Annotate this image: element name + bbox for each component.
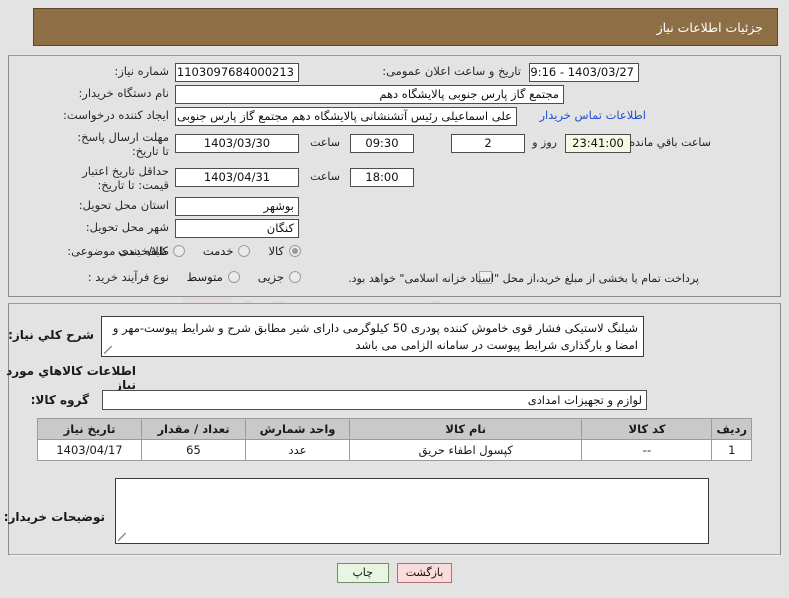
buyer-org-value: مجتمع گاز پارس جنوبی پالایشگاه دهم: [175, 85, 564, 104]
process-option-jozii[interactable]: جزیی: [258, 270, 301, 284]
deadline-date-value: 1403/03/30: [175, 134, 299, 153]
category-option-kala-khedmat[interactable]: کالا/خدمت: [118, 244, 185, 258]
announce-label: تاریخ و ساعت اعلان عمومی:: [382, 64, 521, 78]
validity-date-value: 1403/04/31: [175, 168, 299, 187]
buyer-org-label: نام دستگاه خریدار:: [78, 86, 169, 100]
footer-divider: [10, 554, 780, 556]
buyer-notes-label: توضیحات خریدار:: [3, 510, 105, 524]
treasury-note-label: پرداخت تمام یا بخشی از مبلغ خرید،از محل …: [348, 272, 699, 285]
description-label: شرح کلي نیاز:: [8, 328, 94, 342]
announce-value: 1403/03/27 - 09:16: [529, 63, 639, 82]
cell-code: --: [581, 439, 713, 461]
col-need-date: تاریخ نیاز: [37, 418, 142, 440]
radio-icon[interactable]: [238, 245, 251, 257]
page-header: جزئیات اطلاعات نیاز: [33, 8, 778, 46]
row-buyer-org: نام دستگاه خریدار:: [78, 86, 169, 100]
footer-actions: بازگشت چاپ: [0, 563, 789, 583]
validity-hour-label: ساعت: [310, 170, 340, 183]
category-option-khedmat[interactable]: خدمت: [203, 244, 251, 258]
process-option-motavaset[interactable]: متوسط: [187, 270, 240, 284]
cell-row: 1: [711, 439, 752, 461]
validity-label-wrap: حداقل تاریخ اعتبار قیمت: تا تاریخ:: [73, 164, 169, 193]
row-announce: تاریخ و ساعت اعلان عمومی:: [382, 64, 521, 78]
goods-table: ردیف کد کالا نام کالا واحد شمارش تعداد /…: [37, 418, 752, 461]
col-unit: واحد شمارش: [245, 418, 350, 440]
col-code: کد کالا: [581, 418, 713, 440]
radio-icon[interactable]: [227, 271, 240, 283]
remaining-label: ساعت باقي مانده: [629, 136, 711, 149]
validity-time-value: 18:00: [350, 168, 414, 187]
buyer-contact-link[interactable]: اطلاعات تماس خریدار: [539, 108, 646, 122]
buyer-notes-textarea[interactable]: [115, 478, 709, 544]
goods-group-label: گروه کالا:: [30, 393, 89, 407]
category-option-label: کالا: [268, 244, 284, 258]
row-process: نوع فرآیند خرید :: [88, 270, 169, 284]
radio-icon[interactable]: [172, 245, 185, 257]
deadline-label: مهلت ارسال پاسخ: تا تاریخ:: [77, 130, 169, 159]
page-title: جزئیات اطلاعات نیاز: [656, 19, 763, 35]
city-label: شهر محل تحویل:: [85, 220, 169, 234]
radio-icon[interactable]: [289, 245, 301, 257]
province-label: استان محل تحویل:: [78, 198, 169, 212]
process-label: نوع فرآیند خرید :: [87, 270, 169, 284]
cell-unit: عدد: [245, 439, 350, 461]
creator-value: علی اسماعیلی رئیس آتشنشانی پالایشگاه دهم…: [175, 107, 517, 126]
process-radio-group: جزیی متوسط: [187, 270, 301, 284]
radio-icon[interactable]: [289, 271, 301, 283]
row-province: استان محل تحویل:: [79, 198, 169, 212]
row-creator: ایجاد کننده درخواست:: [63, 108, 169, 122]
cell-quantity: 65: [141, 439, 246, 461]
province-value: بوشهر: [175, 197, 299, 216]
days-word-label: روز و: [532, 136, 557, 149]
col-row: ردیف: [711, 418, 752, 440]
table-header-row: ردیف کد کالا نام کالا واحد شمارش تعداد /…: [37, 418, 752, 440]
deadline-hour-label: ساعت: [310, 136, 340, 149]
goods-group-value[interactable]: لوازم و تجهیزات امدادی: [102, 390, 647, 410]
print-button[interactable]: چاپ: [336, 563, 389, 583]
row-city: شهر محل تحویل:: [86, 220, 169, 234]
category-option-label: خدمت: [202, 244, 234, 258]
creator-label: ایجاد کننده درخواست:: [63, 108, 169, 122]
need-number-label: شماره نیاز:: [114, 64, 169, 78]
row-need-number: شماره نیاز:: [114, 64, 169, 78]
cell-need-date: 1403/04/17: [37, 439, 142, 461]
category-radio-group: کالا خدمت کالا/خدمت: [118, 244, 301, 258]
description-textarea[interactable]: شیلنگ لاستیکی فشار قوی خاموش کننده پودری…: [101, 316, 644, 357]
need-number-value: 1103097684000213: [175, 63, 299, 82]
table-row: 1 -- کپسول اطفاء حریق عدد 65 1403/04/17: [37, 439, 752, 461]
city-value: کنگان: [175, 219, 299, 238]
col-name: نام کالا: [348, 418, 583, 440]
deadline-label-wrap: مهلت ارسال پاسخ: تا تاریخ:: [73, 130, 169, 159]
validity-label: حداقل تاریخ اعتبار قیمت: تا تاریخ:: [82, 164, 169, 193]
days-remaining-value: 2: [451, 134, 525, 153]
deadline-time-value: 09:30: [350, 134, 414, 153]
time-remaining-value: 23:41:00: [565, 134, 631, 153]
category-option-kala[interactable]: کالا: [268, 244, 301, 258]
col-quantity: تعداد / مقدار: [141, 418, 246, 440]
process-option-label: متوسط: [186, 270, 223, 284]
process-option-label: جزیی: [257, 270, 284, 284]
category-option-label: کالا/خدمت: [117, 244, 168, 258]
goods-section-title: اطلاعات کالاهاي مورد نیاز: [6, 364, 136, 392]
page-root: ntaifeeder.net جزئیات اطلاعات نیاز شماره…: [0, 0, 789, 598]
back-button[interactable]: بازگشت: [396, 563, 453, 583]
cell-name: کپسول اطفاء حریق: [348, 439, 583, 461]
